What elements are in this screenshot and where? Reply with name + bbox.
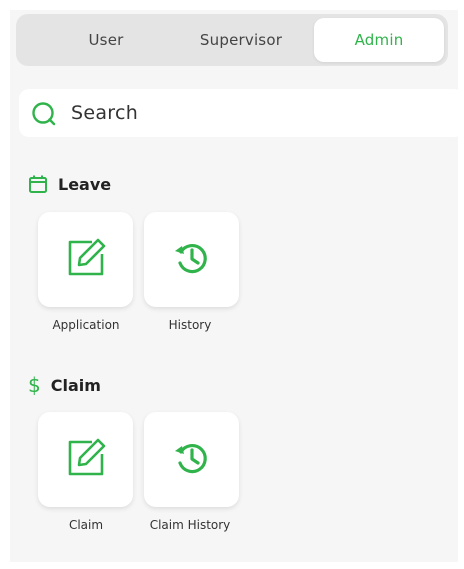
history-icon bbox=[172, 238, 212, 282]
dollar-icon: $ bbox=[28, 373, 41, 397]
history-icon bbox=[172, 438, 212, 482]
edit-icon bbox=[64, 436, 108, 484]
search-bar[interactable]: Search bbox=[19, 89, 464, 137]
search-icon bbox=[31, 101, 57, 127]
calendar-icon bbox=[28, 174, 48, 194]
leave-application-label: Application bbox=[52, 318, 120, 332]
edit-icon bbox=[64, 236, 108, 284]
role-segmented-control: User Supervisor Admin bbox=[16, 14, 448, 66]
claim-history-label: Claim History bbox=[149, 518, 231, 532]
section-claim-title: $ Claim bbox=[28, 373, 101, 397]
section-leave-title: Leave bbox=[28, 174, 111, 194]
section-claim-label: Claim bbox=[50, 375, 101, 395]
tab-admin[interactable]: Admin bbox=[314, 18, 444, 62]
leave-history-label: History bbox=[168, 318, 212, 332]
claim-history-tile[interactable] bbox=[144, 412, 239, 507]
tab-supervisor[interactable]: Supervisor bbox=[166, 18, 316, 62]
leave-history-tile[interactable] bbox=[144, 212, 239, 307]
claim-label: Claim bbox=[68, 518, 104, 532]
section-leave-label: Leave bbox=[58, 174, 112, 194]
claim-tile[interactable] bbox=[38, 412, 133, 507]
leave-application-tile[interactable] bbox=[38, 212, 133, 307]
search-placeholder: Search bbox=[71, 102, 139, 124]
